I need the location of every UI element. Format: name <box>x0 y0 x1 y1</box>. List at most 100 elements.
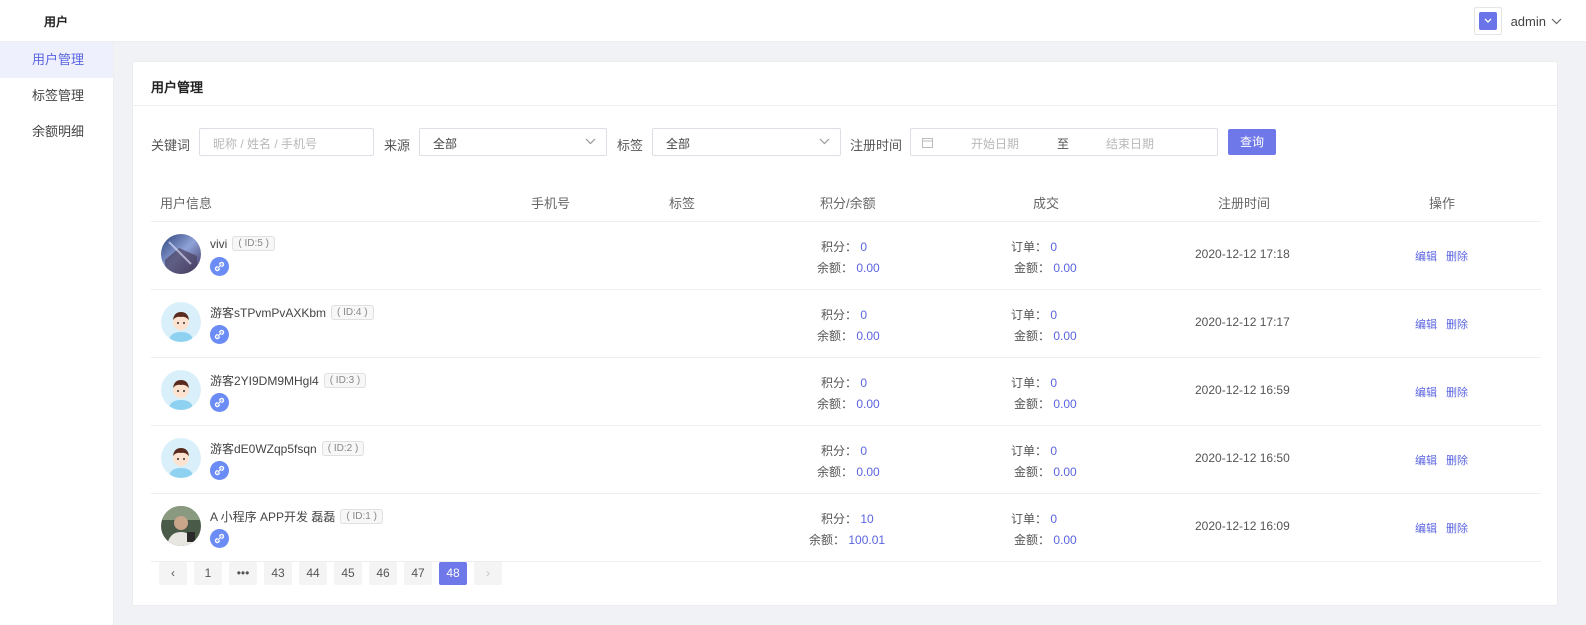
delete-link[interactable]: 删除 <box>1446 520 1468 536</box>
avatar <box>161 302 201 342</box>
delete-link[interactable]: 删除 <box>1446 316 1468 332</box>
balance-cell: 余额： 100.01 <box>809 533 886 547</box>
table-row: 游客dE0WZqp5fsqn( ID:2 ) 积分： 0 余额： 0.00 订单… <box>151 426 1541 494</box>
sidebar-item-users[interactable]: 用户管理 <box>0 42 113 78</box>
tag-select[interactable]: 全部 <box>652 128 841 156</box>
orders-cell: 订单： 0 <box>1011 240 1058 254</box>
points-cell: 积分： 10 <box>821 512 874 526</box>
amount-cell: 金额： 0.00 <box>1014 261 1077 275</box>
reg-time: 2020-12-12 16:50 <box>1195 451 1290 465</box>
avatar <box>161 370 201 410</box>
sidebar-item-tags[interactable]: 标签管理 <box>0 78 113 114</box>
orders-cell: 订单： 0 <box>1011 376 1058 390</box>
chevron-down-icon <box>819 138 830 145</box>
amount-cell: 金额： 0.00 <box>1014 465 1077 479</box>
user-id-badge: ( ID:4 ) <box>331 305 374 320</box>
edit-link[interactable]: 编辑 <box>1415 248 1437 264</box>
user-id-badge: ( ID:5 ) <box>232 236 275 251</box>
reg-time: 2020-12-12 17:17 <box>1195 315 1290 329</box>
table-row: 游客sTPvmPvAXKbm( ID:4 ) 积分： 0 余额： 0.00 订单… <box>151 290 1541 358</box>
col-tags: 标签 <box>669 196 696 211</box>
keyword-placeholder: 昵称 / 姓名 / 手机号 <box>213 137 318 151</box>
edit-link[interactable]: 编辑 <box>1415 452 1437 468</box>
link-icon <box>210 257 229 276</box>
balance-cell: 余额： 0.00 <box>817 465 880 479</box>
end-date-placeholder[interactable]: 结束日期 <box>1106 135 1154 152</box>
avatar <box>161 234 201 274</box>
edit-link[interactable]: 编辑 <box>1415 384 1437 400</box>
user-table: 用户信息 手机号 标签 积分/余额 成交 注册时间 操作 vivi( ID:5 … <box>151 180 1541 562</box>
query-button[interactable]: 查询 <box>1228 129 1276 155</box>
username[interactable]: admin <box>1511 14 1546 29</box>
sidebar-item-balance[interactable]: 余额明细 <box>0 114 113 150</box>
prev-page-button[interactable]: ‹ <box>159 562 187 585</box>
user-management-card: 用户管理 关键词 昵称 / 姓名 / 手机号 来源 全部 标签 全部 注册时间 … <box>132 61 1558 606</box>
amount-cell: 金额： 0.00 <box>1014 397 1077 411</box>
next-page-button[interactable]: › <box>474 562 502 585</box>
col-actions: 操作 <box>1429 196 1456 211</box>
user-name: A 小程序 APP开发 磊磊( ID:1 ) <box>210 508 383 525</box>
points-cell: 积分： 0 <box>821 444 868 458</box>
source-label: 来源 <box>384 138 411 153</box>
top-bar: 用户 admin <box>0 0 1586 42</box>
regtime-label: 注册时间 <box>850 138 903 153</box>
balance-cell: 余额： 0.00 <box>817 397 880 411</box>
user-id-badge: ( ID:3 ) <box>323 373 367 388</box>
delete-link[interactable]: 删除 <box>1446 248 1468 264</box>
module-title: 用户 <box>44 15 69 29</box>
amount-cell: 金额： 0.00 <box>1014 329 1077 343</box>
delete-link[interactable]: 删除 <box>1446 452 1468 468</box>
edit-link[interactable]: 编辑 <box>1415 520 1437 536</box>
balance-cell: 余额： 0.00 <box>817 329 880 343</box>
keyword-input[interactable]: 昵称 / 姓名 / 手机号 <box>199 128 374 156</box>
points-cell: 积分： 0 <box>821 240 868 254</box>
col-points-balance: 积分/余额 <box>820 196 876 211</box>
user-name: 游客2YI9DM9MHgl4( ID:3 ) <box>210 372 367 389</box>
col-phone: 手机号 <box>531 196 571 211</box>
reg-time: 2020-12-12 17:18 <box>1195 247 1290 261</box>
amount-cell: 金额： 0.00 <box>1014 533 1077 547</box>
user-id-badge: ( ID:1 ) <box>340 509 383 524</box>
table-header: 用户信息 手机号 标签 积分/余额 成交 注册时间 操作 <box>151 180 1541 222</box>
user-menu[interactable]: admin <box>1473 6 1562 36</box>
table-row: A 小程序 APP开发 磊磊( ID:1 ) 积分： 10 余额： 100.01… <box>151 494 1541 562</box>
range-separator: 至 <box>1057 137 1070 151</box>
page-button[interactable]: 44 <box>299 562 327 585</box>
filter-bar: 关键词 昵称 / 姓名 / 手机号 来源 全部 标签 全部 注册时间 开始日期 … <box>151 128 1551 158</box>
page-button[interactable]: 47 <box>404 562 432 585</box>
start-date-placeholder[interactable]: 开始日期 <box>971 135 1019 152</box>
edit-link[interactable]: 编辑 <box>1415 316 1437 332</box>
link-icon <box>210 461 229 480</box>
user-name: 游客dE0WZqp5fsqn( ID:2 ) <box>210 440 365 457</box>
orders-cell: 订单： 0 <box>1011 308 1058 322</box>
link-icon <box>210 325 229 344</box>
chevron-down-icon <box>585 138 596 145</box>
chevron-down-icon[interactable] <box>1551 18 1562 25</box>
reg-time: 2020-12-12 16:59 <box>1195 383 1290 397</box>
avatar <box>161 506 201 546</box>
current-page-button[interactable]: 48 <box>439 562 467 585</box>
balance-cell: 余额： 0.00 <box>817 261 880 275</box>
avatar[interactable] <box>1473 7 1502 35</box>
link-icon <box>210 393 229 412</box>
table-row: 游客2YI9DM9MHgl4( ID:3 ) 积分： 0 余额： 0.00 订单… <box>151 358 1541 426</box>
calendar-icon <box>922 138 933 148</box>
page-button[interactable]: 45 <box>334 562 362 585</box>
chevron-down-icon <box>1484 18 1492 23</box>
orders-cell: 订单： 0 <box>1011 444 1058 458</box>
source-value: 全部 <box>433 137 458 151</box>
pagination: ‹ 1 ••• 43 44 45 46 47 48 › <box>159 562 509 586</box>
page-button[interactable]: 46 <box>369 562 397 585</box>
user-name: 游客sTPvmPvAXKbm( ID:4 ) <box>210 304 374 321</box>
date-range-picker[interactable]: 开始日期 至 结束日期 <box>910 128 1218 156</box>
keyword-label: 关键词 <box>151 138 191 153</box>
tag-label: 标签 <box>617 138 644 153</box>
col-deals: 成交 <box>1033 196 1060 211</box>
page-ellipsis[interactable]: ••• <box>229 562 257 585</box>
reg-time: 2020-12-12 16:09 <box>1195 519 1290 533</box>
delete-link[interactable]: 删除 <box>1446 384 1468 400</box>
page-button[interactable]: 1 <box>194 562 222 585</box>
page-button[interactable]: 43 <box>264 562 292 585</box>
link-icon <box>210 529 229 548</box>
source-select[interactable]: 全部 <box>419 128 607 156</box>
